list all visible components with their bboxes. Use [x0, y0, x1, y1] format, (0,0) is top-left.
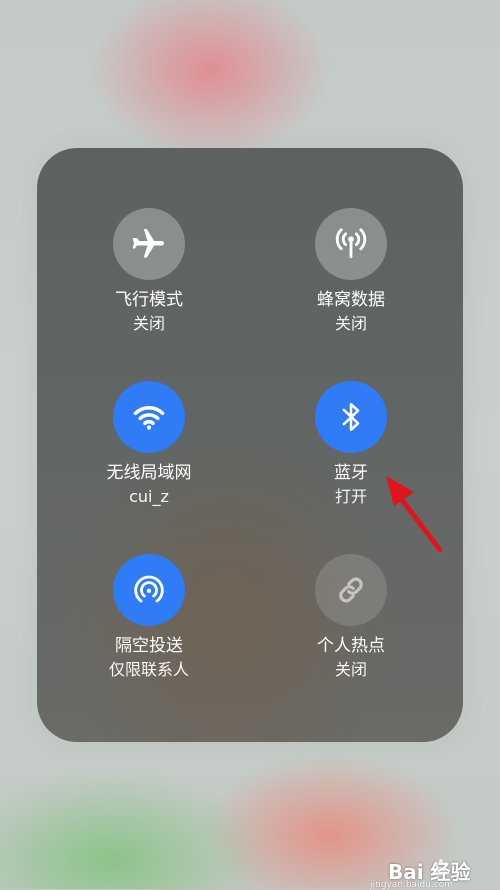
- baidu-watermark: du Bai 经验 jingyan.baidu.com: [318, 856, 498, 890]
- airplane-mode-status: 关闭: [132, 314, 165, 333]
- bluetooth-icon: [342, 402, 360, 432]
- airdrop-label: 隔空投送: [115, 636, 183, 656]
- cellular-data-toggle[interactable]: 蜂窝数据 关闭: [266, 208, 436, 335]
- personal-hotspot-toggle[interactable]: 个人热点 关闭: [266, 554, 436, 681]
- personal-hotspot-button[interactable]: [315, 554, 387, 626]
- airplane-mode-toggle[interactable]: 飞行模式 关闭: [64, 208, 234, 335]
- airplane-icon: [132, 229, 164, 258]
- wlan-network-name: cui_z: [129, 487, 169, 506]
- cellular-antenna-icon: [335, 228, 367, 259]
- airdrop-toggle[interactable]: 隔空投送 仅限联系人: [64, 554, 234, 681]
- bluetooth-button[interactable]: [315, 381, 387, 453]
- wlan-toggle[interactable]: 无线局域网 cui_z: [64, 381, 234, 508]
- airdrop-icon: [134, 575, 164, 603]
- hotspot-link-icon: [339, 577, 363, 603]
- annotation-arrow-icon: [386, 476, 443, 553]
- airdrop-button[interactable]: [113, 554, 185, 626]
- personal-hotspot-status: 关闭: [334, 660, 367, 679]
- wifi-icon: [133, 406, 165, 430]
- personal-hotspot-label: 个人热点: [317, 636, 385, 656]
- airplane-mode-button[interactable]: [113, 208, 185, 280]
- cellular-data-button[interactable]: [315, 208, 387, 280]
- cellular-data-status: 关闭: [334, 314, 367, 333]
- wlan-label: 无线局域网: [106, 463, 192, 483]
- airplane-mode-label: 飞行模式: [115, 290, 183, 310]
- cellular-data-label: 蜂窝数据: [317, 290, 385, 310]
- airdrop-status: 仅限联系人: [108, 660, 189, 679]
- wlan-button[interactable]: [113, 381, 185, 453]
- connectivity-panel: 飞行模式 关闭 蜂窝数据 关闭 无线局域网 cui_z 蓝牙 打开 隔空投送 仅…: [37, 148, 463, 742]
